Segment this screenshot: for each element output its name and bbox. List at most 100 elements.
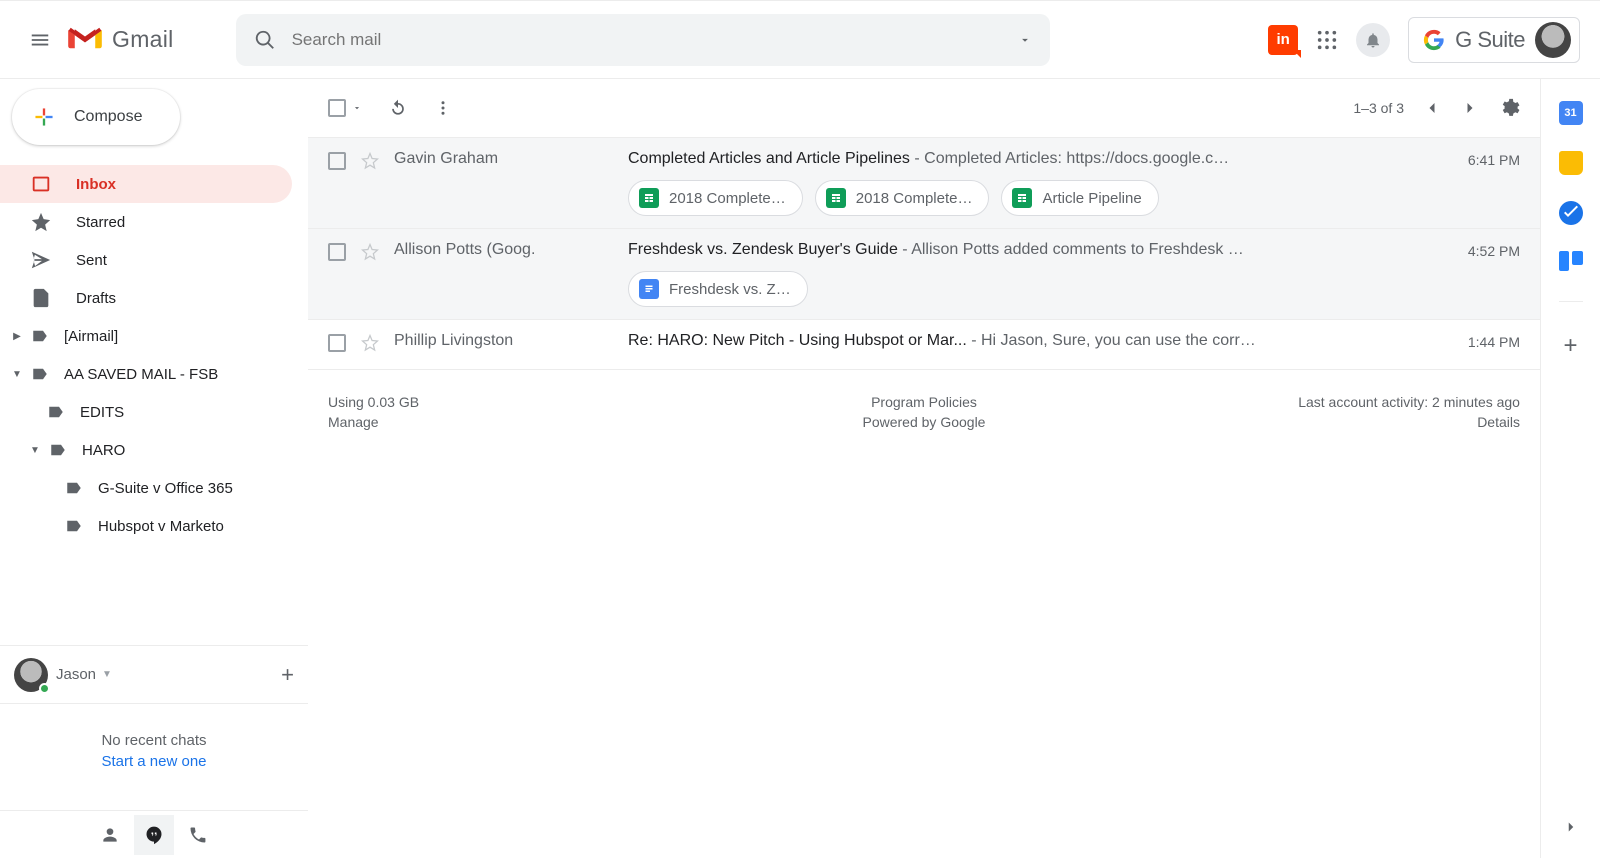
message-row[interactable]: Phillip Livingston Re: HARO: New Pitch -… — [308, 320, 1540, 370]
search-bar[interactable] — [236, 14, 1050, 66]
attachment-chip[interactable]: 2018 Complete… — [815, 180, 990, 216]
label-icon — [46, 403, 66, 421]
message-row[interactable]: Allison Potts (Goog. Freshdesk vs. Zende… — [308, 229, 1540, 320]
nav-sent[interactable]: Sent — [0, 241, 292, 279]
sheets-icon — [639, 188, 659, 208]
prev-page-button[interactable] — [1422, 98, 1442, 118]
hamburger-icon — [29, 29, 51, 51]
label-icon — [30, 365, 50, 383]
notifications-button[interactable] — [1356, 23, 1390, 57]
message-time: 6:41 PM — [1440, 150, 1520, 216]
invision-extension-icon[interactable]: in — [1268, 25, 1298, 55]
brand-text: Gmail — [112, 26, 174, 53]
label-icon — [64, 479, 84, 497]
policies-link[interactable]: Program Policies — [725, 394, 1122, 410]
side-panel-divider — [1559, 301, 1583, 302]
activity-text: Last account activity: 2 minutes ago — [1123, 394, 1520, 410]
label-icon — [64, 517, 84, 535]
star-button[interactable] — [360, 241, 380, 307]
attachment-chip[interactable]: Freshdesk vs. Z… — [628, 271, 808, 307]
search-input[interactable] — [292, 30, 1018, 50]
label-edits[interactable]: EDITS — [0, 393, 308, 431]
attachment-chip[interactable]: 2018 Complete… — [628, 180, 803, 216]
message-checkbox[interactable] — [328, 150, 346, 216]
side-panel-toggle[interactable] — [1562, 818, 1580, 840]
select-all-checkbox[interactable] — [328, 99, 362, 117]
inbox-icon — [30, 173, 52, 195]
pagination-range: 1–3 of 3 — [1353, 100, 1404, 116]
star-button[interactable] — [360, 332, 380, 357]
header: Gmail in G Suite — [0, 1, 1600, 79]
label-hubspot-marketo[interactable]: Hubspot v Marketo — [0, 507, 308, 545]
sheets-icon — [826, 188, 846, 208]
sidebar: Compose Inbox Starred Sent Drafts — [0, 79, 308, 858]
nav-drafts-label: Drafts — [76, 290, 116, 307]
label-icon — [48, 441, 68, 459]
nav-inbox[interactable]: Inbox — [0, 165, 292, 203]
chip-label: 2018 Complete… — [856, 190, 973, 207]
chip-label: 2018 Complete… — [669, 190, 786, 207]
hangouts-icon — [144, 825, 164, 845]
label-gsuite-office[interactable]: G-Suite v Office 365 — [0, 469, 308, 507]
label-airmail[interactable]: ▶ [Airmail] — [0, 317, 308, 355]
message-row[interactable]: Gavin Graham Completed Articles and Arti… — [308, 137, 1540, 229]
details-link[interactable]: Details — [1123, 414, 1520, 430]
label-haro[interactable]: ▼ HARO — [0, 431, 308, 469]
tasks-addon[interactable] — [1559, 201, 1583, 225]
refresh-button[interactable] — [388, 98, 408, 118]
powered-text: Powered by Google — [725, 414, 1122, 430]
chat-status-dropdown[interactable]: ▼ — [102, 669, 112, 680]
star-outline-icon — [360, 242, 380, 262]
attachment-chips: 2018 Complete… 2018 Complete… Article Pipe… — [628, 180, 1426, 216]
main-menu-button[interactable] — [16, 16, 64, 64]
message-subject-line: Completed Articles and Article Pipelines… — [628, 150, 1426, 168]
select-dropdown-icon[interactable] — [352, 103, 362, 113]
nav-starred[interactable]: Starred — [0, 203, 292, 241]
trello-addon[interactable] — [1559, 251, 1583, 271]
account-avatar[interactable] — [1535, 22, 1571, 58]
google-g-icon — [1423, 29, 1445, 51]
get-addons-button[interactable]: + — [1563, 332, 1577, 360]
storage-text: Using 0.03 GB — [328, 394, 725, 410]
caret-down-icon: ▼ — [10, 369, 24, 380]
message-time: 1:44 PM — [1440, 332, 1520, 357]
attachment-chip[interactable]: Article Pipeline — [1001, 180, 1158, 216]
chat-user-avatar[interactable] — [14, 658, 48, 692]
footer-info: Using 0.03 GB Manage Program Policies Po… — [308, 370, 1540, 454]
nav-folders: Inbox Starred Sent Drafts ▶ [Airm — [0, 165, 308, 545]
hangouts-panel: Jason ▼ + No recent chats Start a new on… — [0, 645, 308, 858]
compose-button[interactable]: Compose — [12, 89, 180, 145]
message-sender: Gavin Graham — [394, 150, 614, 216]
side-panel: + — [1540, 79, 1600, 858]
gsuite-button[interactable]: G Suite — [1408, 17, 1580, 63]
label-haro-text: HARO — [82, 442, 125, 459]
label-gsuite-office-text: G-Suite v Office 365 — [98, 480, 233, 497]
message-checkbox[interactable] — [328, 332, 346, 357]
keep-addon[interactable] — [1559, 151, 1583, 175]
compose-plus-icon — [30, 103, 58, 131]
hangouts-chat-tab[interactable] — [134, 815, 174, 855]
star-button[interactable] — [360, 150, 380, 216]
attachment-chips: Freshdesk vs. Z… — [628, 271, 1426, 307]
more-button[interactable] — [434, 99, 452, 117]
bell-icon — [1364, 31, 1382, 49]
search-dropdown-icon[interactable] — [1018, 33, 1032, 47]
google-apps-icon[interactable] — [1316, 29, 1338, 51]
calendar-addon[interactable] — [1559, 101, 1583, 125]
label-aa-saved[interactable]: ▼ AA SAVED MAIL - FSB — [0, 355, 308, 393]
manage-link[interactable]: Manage — [328, 414, 725, 430]
nav-drafts[interactable]: Drafts — [0, 279, 292, 317]
nav-starred-label: Starred — [76, 214, 125, 231]
hangouts-phone-tab[interactable] — [178, 815, 218, 855]
label-airmail-text: [Airmail] — [64, 328, 118, 345]
message-checkbox[interactable] — [328, 241, 346, 307]
message-subject-line: Freshdesk vs. Zendesk Buyer's Guide - Al… — [628, 241, 1426, 259]
online-status-dot — [39, 683, 50, 694]
nav-inbox-label: Inbox — [76, 176, 116, 193]
chat-start-link[interactable]: Start a new one — [0, 753, 308, 770]
hangouts-contacts-tab[interactable] — [90, 815, 130, 855]
chip-label: Article Pipeline — [1042, 190, 1141, 207]
settings-button[interactable] — [1498, 97, 1520, 119]
next-page-button[interactable] — [1460, 98, 1480, 118]
new-chat-button[interactable]: + — [281, 662, 294, 688]
